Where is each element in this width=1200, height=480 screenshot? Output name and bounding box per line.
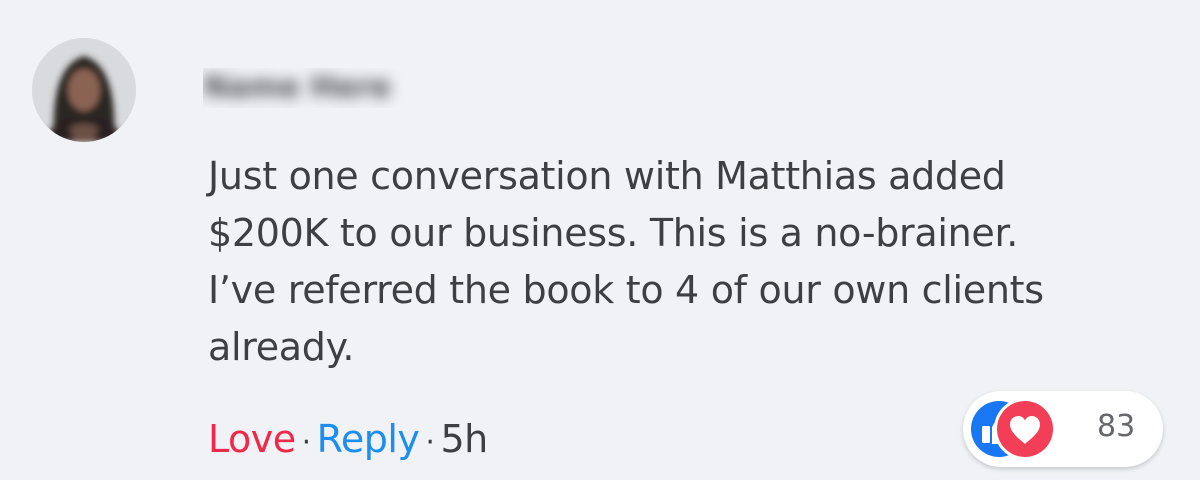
- reaction-count: 83: [1097, 409, 1136, 444]
- avatar-photo-blurred: [32, 38, 136, 142]
- timestamp[interactable]: 5h: [440, 417, 488, 461]
- comment-text: Just one conversation with Matthias adde…: [208, 154, 1044, 369]
- love-reaction-link[interactable]: Love: [208, 417, 296, 461]
- separator-dot: ·: [425, 425, 435, 460]
- reactions-summary[interactable]: 83: [963, 391, 1163, 467]
- reply-link[interactable]: Reply: [317, 417, 420, 461]
- separator-dot: ·: [301, 425, 312, 460]
- author-name[interactable]: Name Here: [203, 68, 461, 108]
- love-icon: [994, 398, 1056, 460]
- comment-actions: Love · Reply · 5h: [208, 416, 488, 466]
- author-name-text: Name Here: [203, 70, 391, 105]
- avatar[interactable]: [32, 38, 136, 142]
